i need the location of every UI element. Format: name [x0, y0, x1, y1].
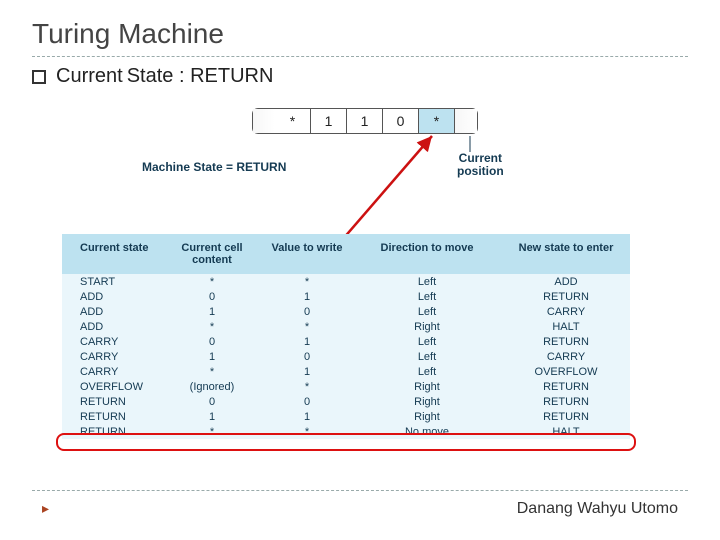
- table-cell: *: [262, 379, 352, 394]
- table-cell: Right: [352, 379, 502, 394]
- table-cell: Right: [352, 319, 502, 334]
- subtitle-prefix: Current: [56, 65, 123, 88]
- table-cell: OVERFLOW: [502, 364, 630, 379]
- slide-title: Turing Machine: [32, 18, 688, 50]
- table-cell: 1: [262, 364, 352, 379]
- table-cell: HALT: [502, 424, 630, 439]
- table-cell: 0: [162, 394, 262, 409]
- table-row: ADD10LeftCARRY: [62, 304, 630, 319]
- table-cell: ADD: [62, 289, 162, 304]
- table-cell: *: [262, 424, 352, 439]
- table-cell: ADD: [62, 319, 162, 334]
- table-cell: 0: [162, 334, 262, 349]
- table-row: RETURN11RightRETURN: [62, 409, 630, 424]
- table-cell: CARRY: [62, 364, 162, 379]
- table-cell: RETURN: [62, 394, 162, 409]
- table-cell: RETURN: [62, 409, 162, 424]
- bullet-icon: [32, 70, 46, 84]
- footer-bullet-icon: ▸: [42, 500, 49, 517]
- table-cell: RETURN: [62, 424, 162, 439]
- tape-end-right: [455, 109, 477, 133]
- table-cell: 1: [162, 409, 262, 424]
- tape-cell-highlight: *: [419, 109, 455, 133]
- subtitle-rest: State : RETURN: [127, 65, 274, 88]
- table-cell: *: [262, 274, 352, 289]
- table-row: RETURN**No moveHALT: [62, 424, 630, 439]
- header-cell-content: Current cell content: [162, 234, 262, 274]
- table-cell: Left: [352, 349, 502, 364]
- header-current-state: Current state: [62, 234, 162, 274]
- footer-divider: [32, 490, 688, 491]
- table-cell: 0: [262, 394, 352, 409]
- header-direction: Direction to move: [352, 234, 502, 274]
- table-cell: RETURN: [502, 334, 630, 349]
- table-cell: HALT: [502, 319, 630, 334]
- header-new-state: New state to enter: [502, 234, 630, 274]
- table-cell: ADD: [502, 274, 630, 289]
- table-cell: CARRY: [62, 349, 162, 364]
- table-cell: 1: [162, 304, 262, 319]
- current-position-label: Current position: [457, 152, 504, 178]
- table-row: ADD01LeftRETURN: [62, 289, 630, 304]
- table-cell: *: [162, 319, 262, 334]
- table-cell: 0: [162, 289, 262, 304]
- tape-cell: 1: [311, 109, 347, 133]
- table-cell: Left: [352, 304, 502, 319]
- table-cell: START: [62, 274, 162, 289]
- machine-state-label: Machine State = RETURN: [142, 160, 286, 174]
- transition-table: Current state Current cell content Value…: [62, 234, 630, 439]
- table-cell: RETURN: [502, 394, 630, 409]
- table-row: CARRY10LeftCARRY: [62, 349, 630, 364]
- tape-cell: 1: [347, 109, 383, 133]
- table-cell: Left: [352, 274, 502, 289]
- table-row: OVERFLOW(Ignored)*RightRETURN: [62, 379, 630, 394]
- table-row: CARRY01LeftRETURN: [62, 334, 630, 349]
- table-cell: Left: [352, 289, 502, 304]
- table-cell: (Ignored): [162, 379, 262, 394]
- table-cell: CARRY: [62, 334, 162, 349]
- table-cell: RETURN: [502, 379, 630, 394]
- table-row: START**LeftADD: [62, 274, 630, 289]
- header-value-write: Value to write: [262, 234, 352, 274]
- table-cell: *: [162, 424, 262, 439]
- table-cell: 1: [262, 409, 352, 424]
- table-cell: 0: [262, 304, 352, 319]
- table-body: START**LeftADDADD01LeftRETURNADD10LeftCA…: [62, 274, 630, 439]
- tape-cell: *: [275, 109, 311, 133]
- table-cell: CARRY: [502, 349, 630, 364]
- title-divider: [32, 56, 688, 57]
- subtitle: Current State : RETURN: [32, 65, 688, 88]
- tape-end-left: [253, 109, 275, 133]
- table-cell: 0: [262, 349, 352, 364]
- table-row: CARRY*1LeftOVERFLOW: [62, 364, 630, 379]
- table-cell: CARRY: [502, 304, 630, 319]
- table-cell: RETURN: [502, 289, 630, 304]
- table-cell: Right: [352, 409, 502, 424]
- table-cell: ADD: [62, 304, 162, 319]
- tape: * 1 1 0 *: [252, 108, 478, 134]
- table-cell: No move: [352, 424, 502, 439]
- table-cell: OVERFLOW: [62, 379, 162, 394]
- table-cell: 1: [162, 349, 262, 364]
- table-cell: 1: [262, 289, 352, 304]
- tape-cell: 0: [383, 109, 419, 133]
- footer-author: Danang Wahyu Utomo: [517, 500, 678, 518]
- table-cell: *: [262, 319, 352, 334]
- table-cell: 1: [262, 334, 352, 349]
- table-header-row: Current state Current cell content Value…: [62, 234, 630, 274]
- table-cell: *: [162, 274, 262, 289]
- table-cell: Left: [352, 334, 502, 349]
- table-row: RETURN00RightRETURN: [62, 394, 630, 409]
- table-cell: Right: [352, 394, 502, 409]
- table-cell: Left: [352, 364, 502, 379]
- table-cell: RETURN: [502, 409, 630, 424]
- table-cell: *: [162, 364, 262, 379]
- table-row: ADD**RightHALT: [62, 319, 630, 334]
